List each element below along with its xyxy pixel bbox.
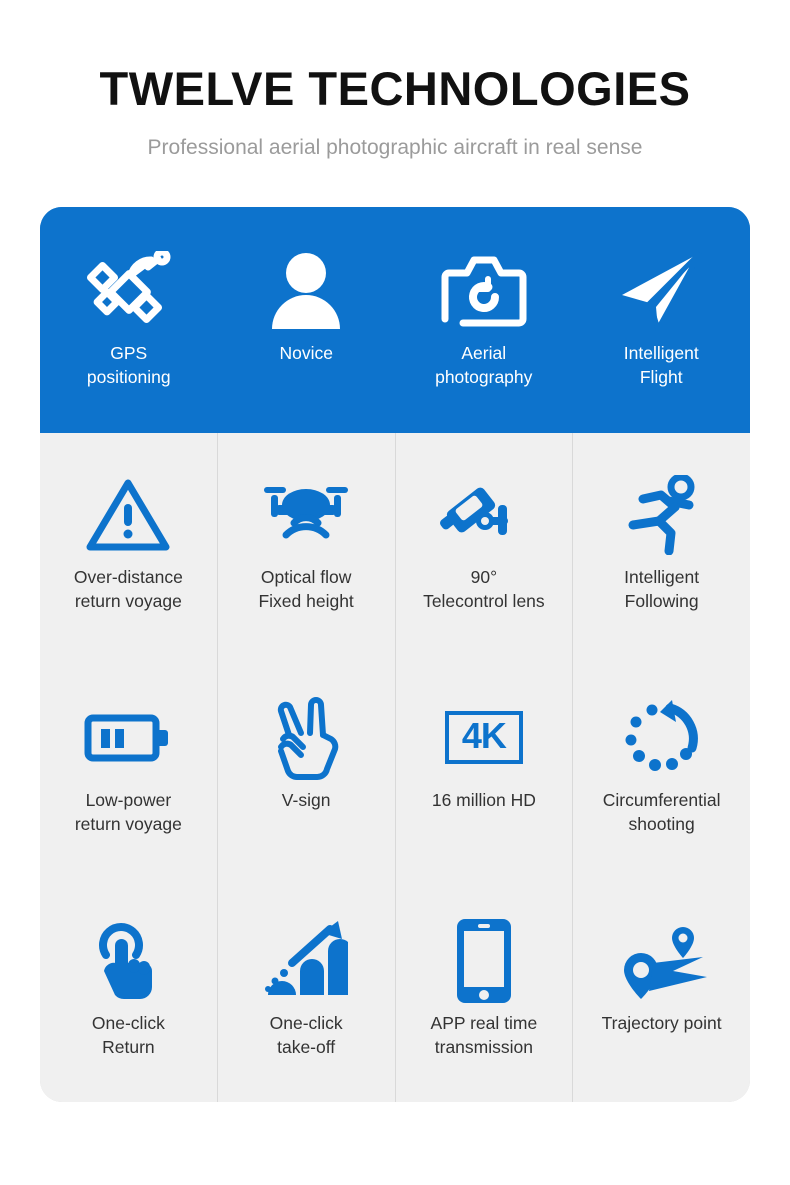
feature-label: V-sign [281, 789, 331, 810]
feature-label: Aerial photography [435, 342, 533, 387]
feature-label: Novice [279, 342, 334, 363]
drone-signal-icon [260, 469, 352, 561]
feature-label: Over-distance return voyage [73, 566, 183, 611]
4k-badge-icon: 4K [444, 692, 523, 784]
feature-cell-over-distance-return-voyage[interactable]: Over-distance return voyage [40, 432, 217, 656]
warning-triangle-icon [86, 469, 170, 561]
feature-cell-circumferential-shooting[interactable]: Circumferential shooting [573, 655, 750, 879]
feature-cell-optical-flow-fixed-height[interactable]: Optical flow Fixed height [217, 432, 395, 656]
feature-row-2: Over-distance return voyage Optical flow… [40, 432, 750, 656]
feature-label: One-click Return [91, 1012, 165, 1057]
gimbal-camera-icon [438, 469, 530, 561]
feature-cell-novice[interactable]: Novice [217, 206, 395, 433]
person-icon [267, 245, 345, 337]
paper-plane-icon [616, 245, 706, 337]
4k-badge-text: 4K [444, 711, 523, 764]
feature-cell-low-power-return-voyage[interactable]: Low-power return voyage [40, 655, 217, 879]
feature-row-4: One-click Return One-click take-off APP … [40, 878, 750, 1102]
running-person-icon [623, 469, 701, 561]
feature-cell-trajectory-point[interactable]: Trajectory point [573, 878, 750, 1102]
feature-label: 16 million HD [431, 789, 536, 810]
page-subtitle: Professional aerial photographic aircraf… [147, 136, 643, 160]
v-sign-hand-icon [269, 692, 343, 784]
feature-cell-intelligent-following[interactable]: Intelligent Following [573, 432, 750, 656]
feature-label: Low-power return voyage [74, 789, 182, 834]
feature-cell-aerial-photography[interactable]: Aerial photography [395, 206, 573, 433]
feature-label: Optical flow Fixed height [258, 566, 354, 611]
feature-label: Circumferential shooting [602, 789, 721, 834]
feature-cell-v-sign[interactable]: V-sign [217, 655, 395, 879]
header: TWELVE TECHNOLOGIES Professional aerial … [0, 0, 790, 161]
feature-label: Intelligent Following [624, 566, 700, 611]
page-root: TWELVE TECHNOLOGIES Professional aerial … [0, 0, 790, 1185]
circular-arrow-icon [620, 692, 704, 784]
feature-label: Intelligent Flight [623, 342, 699, 387]
growth-chart-icon [264, 915, 349, 1007]
feature-label: Trajectory point [601, 1012, 722, 1033]
feature-label: GPS positioning [86, 342, 171, 387]
satellite-icon [86, 245, 172, 337]
page-title: TWELVE TECHNOLOGIES [99, 62, 691, 115]
feature-row-3: Low-power return voyage V-sign 4K 16 mil… [40, 655, 750, 879]
camera-icon [438, 245, 530, 337]
feature-cell-telecontrol-lens[interactable]: 90° Telecontrol lens [395, 432, 573, 656]
smartphone-icon [453, 915, 515, 1007]
feature-cell-one-click-return[interactable]: One-click Return [40, 878, 217, 1102]
feature-cell-16-million-hd[interactable]: 4K 16 million HD [395, 655, 573, 879]
tap-hand-icon [90, 915, 166, 1007]
feature-cell-app-real-time-transmission[interactable]: APP real time transmission [395, 878, 573, 1102]
feature-cell-intelligent-flight[interactable]: Intelligent Flight [572, 206, 750, 433]
route-pins-icon [615, 915, 709, 1007]
feature-label: One-click take-off [269, 1012, 343, 1057]
feature-cell-gps-positioning[interactable]: GPS positioning [40, 206, 218, 433]
feature-label: 90° Telecontrol lens [423, 566, 545, 611]
feature-cell-one-click-take-off[interactable]: One-click take-off [217, 878, 395, 1102]
battery-icon [84, 692, 172, 784]
feature-label: APP real time transmission [430, 1012, 538, 1057]
feature-row-1: GPS positioning Novice Aerial photograph… [40, 206, 750, 433]
feature-grid: GPS positioning Novice Aerial photograph… [40, 206, 750, 1102]
